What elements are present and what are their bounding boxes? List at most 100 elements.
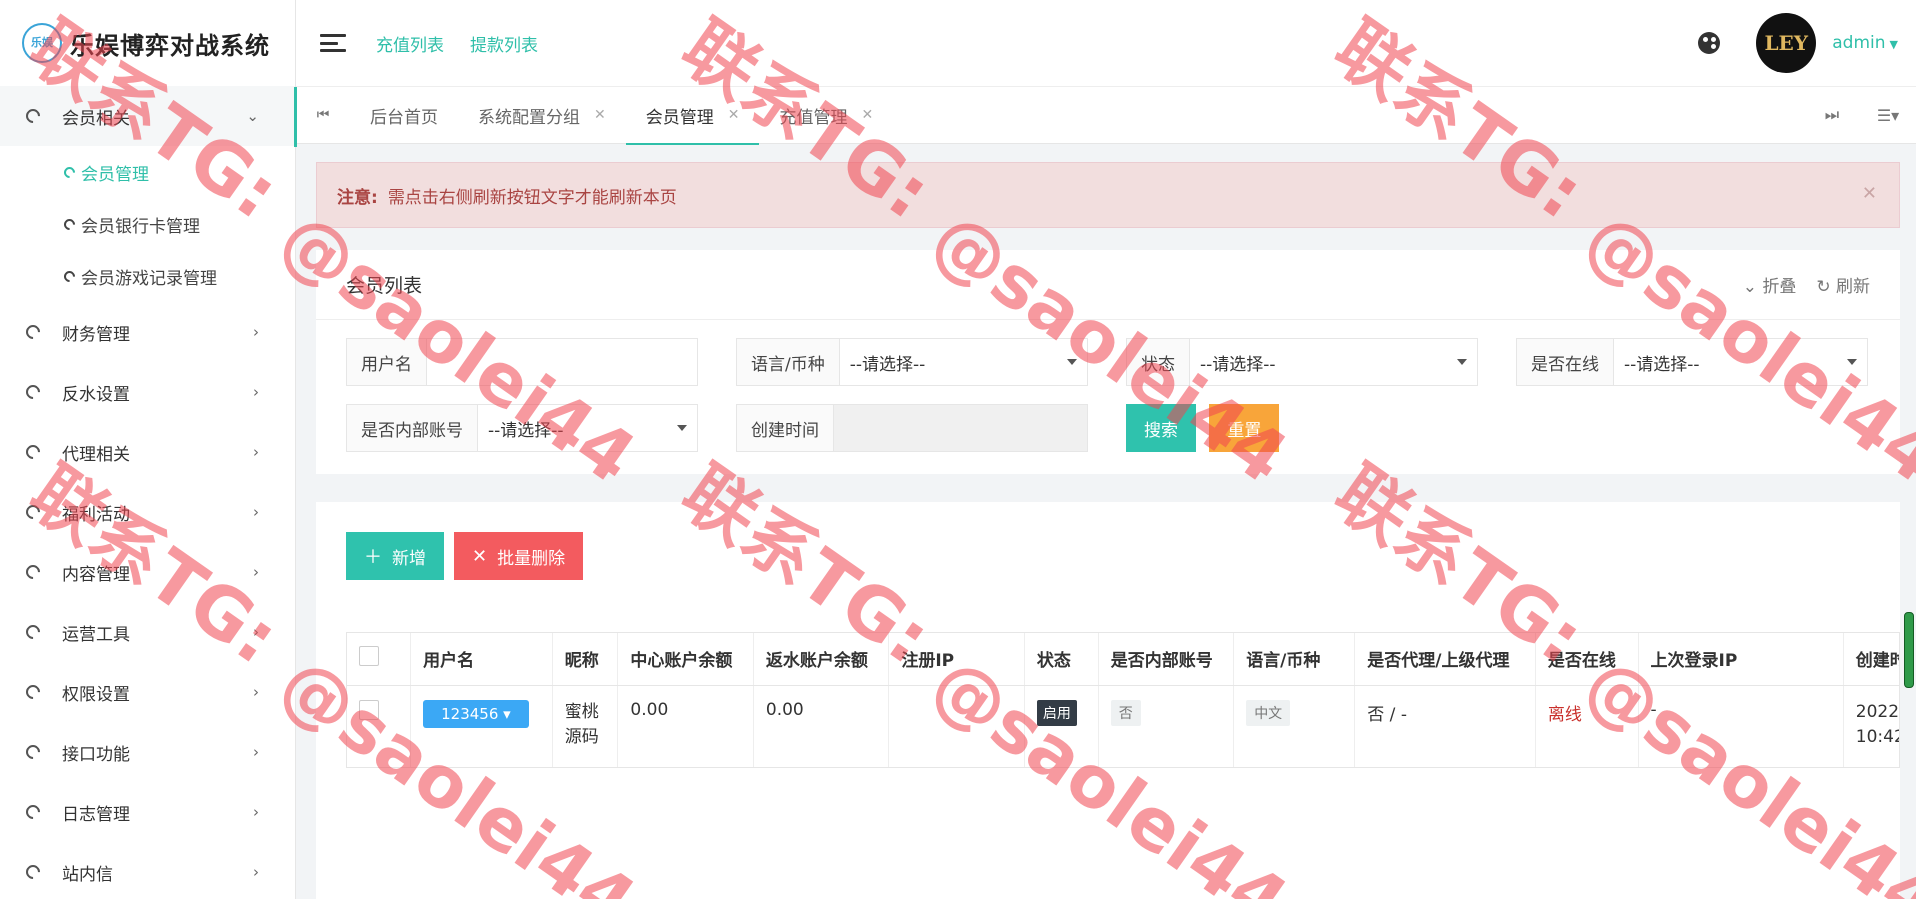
filter-online: 是否在线 --请选择--: [1516, 338, 1868, 386]
menu-ring-icon: [23, 562, 43, 582]
menu-ring-icon: [23, 622, 43, 642]
header-link-recharge-list[interactable]: 充值列表: [376, 31, 444, 56]
submenu-item-member-manage[interactable]: 会员管理: [0, 146, 295, 198]
header-link-withdraw-list[interactable]: 提款列表: [470, 31, 538, 56]
sidebar-item-logs[interactable]: 日志管理 ›: [0, 782, 295, 842]
sidebar-item-content[interactable]: 内容管理 ›: [0, 542, 295, 602]
search-button[interactable]: 搜索: [1126, 404, 1196, 452]
menu-ring-icon: [61, 164, 78, 180]
filter-status: 状态 --请选择--: [1126, 338, 1478, 386]
sidebar-item-member[interactable]: 会员相关 ⌄: [0, 86, 295, 146]
sidebar-item-label: 权限设置: [62, 684, 130, 705]
created-time-input[interactable]: [834, 405, 1087, 451]
reset-button[interactable]: 重置: [1209, 404, 1280, 452]
sidebar-item-permissions[interactable]: 权限设置 ›: [0, 662, 295, 722]
tab-label: 充值管理: [779, 107, 848, 128]
online-select[interactable]: --请选择--: [1614, 339, 1867, 385]
sidebar-item-label: 福利活动: [62, 504, 130, 525]
sidebar-item-agent[interactable]: 代理相关 ›: [0, 422, 295, 482]
sidebar-item-finance[interactable]: 财务管理 ›: [0, 302, 295, 362]
menu-toggle-icon[interactable]: [320, 34, 346, 52]
last-ip-cell: -: [1638, 685, 1844, 767]
sidebar-item-operations[interactable]: 运营工具 ›: [0, 602, 295, 662]
menu-ring-icon: [61, 268, 78, 284]
panel-tools: ⌄ 折叠 ↻ 刷新: [1743, 272, 1870, 297]
collapse-button[interactable]: ⌄ 折叠: [1743, 272, 1797, 297]
chevron-right-icon: ›: [253, 443, 259, 461]
sidebar-item-label: 反水设置: [62, 384, 130, 405]
sidebar-item-label: 代理相关: [62, 444, 130, 465]
top-header: 充值列表 提款列表 LEY admin ▼: [296, 0, 1916, 86]
lang-badge: 中文: [1246, 699, 1291, 726]
center-balance-cell: 0.00: [617, 685, 754, 767]
avatar[interactable]: LEY: [1756, 13, 1817, 73]
tab-recharge-manage[interactable]: 充值管理 ✕: [759, 86, 893, 144]
tab-config-groups[interactable]: 系统配置分组 ✕: [458, 86, 626, 144]
tab-label: 后台首页: [370, 107, 438, 128]
submenu-item-game-records[interactable]: 会员游戏记录管理: [0, 250, 295, 302]
sidebar-item-messages[interactable]: 站内信 ›: [0, 842, 295, 899]
add-label: 新增: [392, 548, 426, 569]
caret-down-icon: ▼: [1889, 38, 1898, 51]
close-icon[interactable]: ✕: [1862, 183, 1877, 204]
user-menu[interactable]: admin ▼: [1832, 33, 1898, 53]
tabs-menu-icon[interactable]: ☰▾: [1860, 106, 1916, 125]
menu-ring-icon: [61, 216, 78, 232]
column-header[interactable]: 中心账户余额: [617, 633, 754, 686]
submenu-item-bank-cards[interactable]: 会员银行卡管理: [0, 198, 295, 250]
status-badge[interactable]: 启用: [1036, 699, 1077, 726]
tabs-scroll-left-icon[interactable]: ⏮: [296, 107, 350, 123]
table-header-row: 用户名 昵称 中心账户余额 返水账户余额 注册IP 状态 是否内部账号 语言/币…: [347, 633, 1899, 686]
filter-lang: 语言/币种 --请选择--: [736, 338, 1088, 386]
username-input[interactable]: [427, 339, 697, 385]
close-icon[interactable]: ✕: [594, 107, 606, 123]
column-header[interactable]: 状态: [1024, 633, 1099, 686]
select-all-checkbox[interactable]: [359, 646, 379, 667]
logo-icon: 乐娱: [22, 23, 62, 63]
page-scrollbar[interactable]: [1904, 612, 1914, 688]
member-table-panel: ＋ 新增 ✕ 批量删除 用户名 昵称 中心账户余额 返水账户余额 注册IP 状态 是…: [316, 502, 1900, 899]
column-header[interactable]: 注册IP: [888, 633, 1025, 686]
tab-label: 系统配置分组: [478, 107, 580, 128]
column-header[interactable]: 上次登录IP: [1638, 633, 1844, 686]
filter-label: 是否内部账号: [347, 405, 478, 451]
batch-delete-button[interactable]: ✕ 批量删除: [454, 532, 584, 580]
username-dropdown-button[interactable]: 123456 ▾: [423, 699, 529, 728]
submenu-member: 会员管理 会员银行卡管理 会员游戏记录管理: [0, 146, 295, 302]
rebate-balance-cell: 0.00: [753, 685, 890, 767]
tab-member-manage[interactable]: 会员管理 ✕: [625, 86, 760, 145]
column-header[interactable]: 是否代理/上级代理: [1354, 633, 1536, 686]
sidebar-item-rebate[interactable]: 反水设置 ›: [0, 362, 295, 422]
add-button[interactable]: ＋ 新增: [346, 532, 444, 580]
logo[interactable]: 乐娱 乐娱博弈对战系统: [0, 0, 295, 86]
notice-alert: 注意: 需点击右侧刷新按钮文字才能刷新本页 ✕: [316, 162, 1900, 228]
lang-select[interactable]: --请选择--: [840, 339, 1087, 385]
column-header[interactable]: 是否内部账号: [1098, 633, 1235, 686]
sidebar-item-api[interactable]: 接口功能 ›: [0, 722, 295, 782]
user-name: admin: [1832, 33, 1886, 53]
column-header[interactable]: 返水账户余额: [753, 633, 890, 686]
close-icon[interactable]: ✕: [728, 107, 740, 123]
filter-label: 是否在线: [1517, 339, 1614, 385]
column-header[interactable]: 昵称: [552, 633, 619, 686]
chevron-down-icon: ⌄: [246, 107, 259, 125]
alert-title: 注意:: [337, 187, 378, 208]
close-icon[interactable]: ✕: [861, 107, 873, 123]
online-status-cell: 离线: [1535, 685, 1639, 767]
refresh-button[interactable]: ↻ 刷新: [1816, 272, 1870, 297]
sidebar-item-promotions[interactable]: 福利活动 ›: [0, 482, 295, 542]
row-checkbox[interactable]: [359, 699, 379, 720]
tab-dashboard[interactable]: 后台首页: [350, 86, 458, 144]
tab-label: 会员管理: [645, 107, 714, 128]
column-header[interactable]: 语言/币种: [1233, 633, 1356, 686]
palette-icon[interactable]: [1698, 32, 1721, 54]
status-select[interactable]: --请选择--: [1190, 339, 1477, 385]
column-header[interactable]: 用户名: [410, 633, 553, 686]
internal-select[interactable]: --请选择--: [478, 405, 697, 451]
nickname-cell: 蜜桃源码: [552, 685, 619, 767]
column-header[interactable]: 是否在线: [1535, 633, 1639, 686]
tabs-scroll-right-icon[interactable]: ⏭: [1804, 105, 1860, 125]
chevron-right-icon: ›: [253, 743, 259, 761]
refresh-icon: ↻: [1816, 277, 1836, 297]
column-header[interactable]: 创建时: [1843, 633, 1899, 686]
